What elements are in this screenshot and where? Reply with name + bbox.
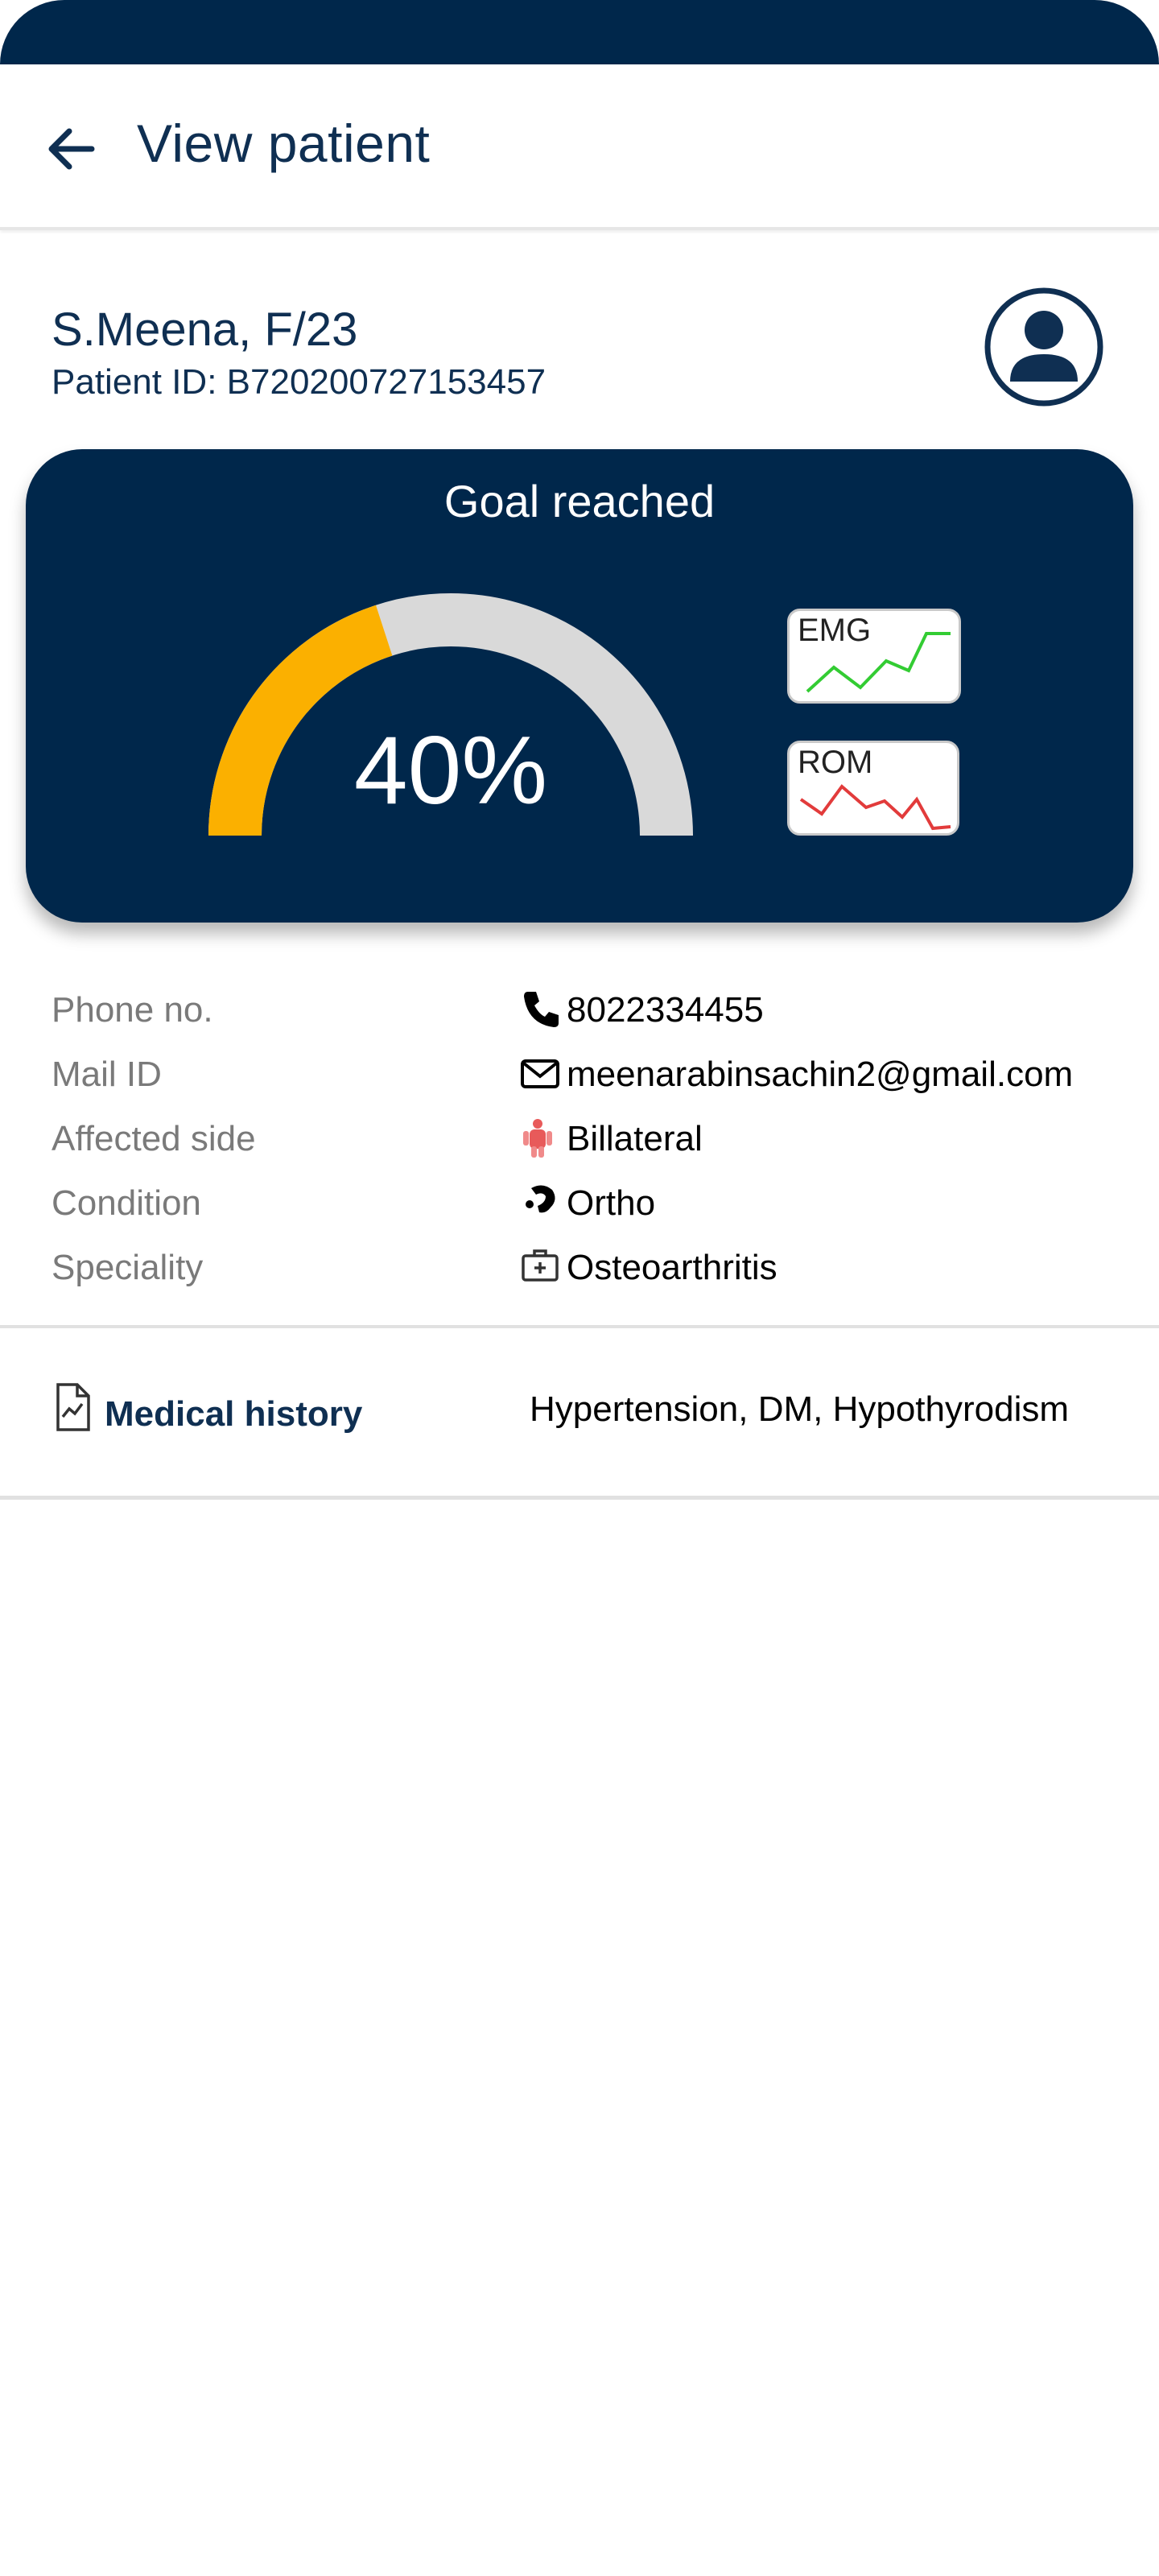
detail-label: Speciality [52,1248,204,1287]
patient-name: S.Meena, F/23 [52,303,358,356]
rom-label: ROM [798,745,873,780]
body-icon [523,1119,552,1158]
detail-value: Osteoarthritis [567,1248,777,1287]
detail-label: Affected side [52,1119,256,1158]
detail-value: Billateral [567,1119,703,1158]
rom-chart-button[interactable]: ROM [787,741,959,836]
detail-value[interactable]: meenarabinsachin2@gmail.com [567,1055,1073,1095]
detail-label: Phone no. [52,990,213,1030]
emg-chart-button[interactable]: EMG [787,609,961,704]
status-bar [0,0,1159,64]
emg-label: EMG [798,613,872,648]
goal-card: Goal reached 40% EMG ROM [26,449,1133,923]
detail-row-affected-side: Affected side Billateral [0,1109,1159,1167]
medical-kit-icon [522,1249,559,1282]
arrow-left-icon[interactable] [42,121,106,177]
medical-history-link[interactable]: Medical history [105,1394,362,1435]
view-patient-screen: View patient S.Meena, F/23 Patient ID: B… [0,0,1159,2576]
app-header: View patient [0,64,1159,230]
detail-value[interactable]: 8022334455 [567,990,764,1030]
detail-row-phone: Phone no. 8022334455 [0,980,1159,1038]
mail-icon [521,1059,559,1088]
page-title: View patient [137,114,431,173]
user-avatar-icon[interactable] [984,287,1104,407]
goal-percentage: 40% [353,716,548,824]
medical-report-icon [56,1383,90,1431]
divider [0,1496,1159,1500]
medical-history-row: Medical history Hypertension, DM, Hypoth… [0,1328,1159,1497]
detail-label: Condition [52,1183,201,1223]
phone-icon [524,992,559,1027]
detail-row-condition: Condition Ortho [0,1174,1159,1232]
bone-icon [526,1185,555,1213]
medical-history-value: Hypertension, DM, Hypothyrodism [530,1389,1070,1429]
patient-details: Phone no. 8022334455 Mail ID meenarabins… [0,980,1159,1327]
goal-title: Goal reached [443,476,716,526]
detail-value: Ortho [567,1183,656,1223]
detail-row-speciality: Speciality Osteoarthritis [0,1238,1159,1296]
detail-row-mail: Mail ID meenarabinsachin2@gmail.com [0,1045,1159,1103]
detail-label: Mail ID [52,1055,162,1094]
patient-id: Patient ID: B720200727153457 [52,362,547,402]
rom-line [799,784,951,831]
